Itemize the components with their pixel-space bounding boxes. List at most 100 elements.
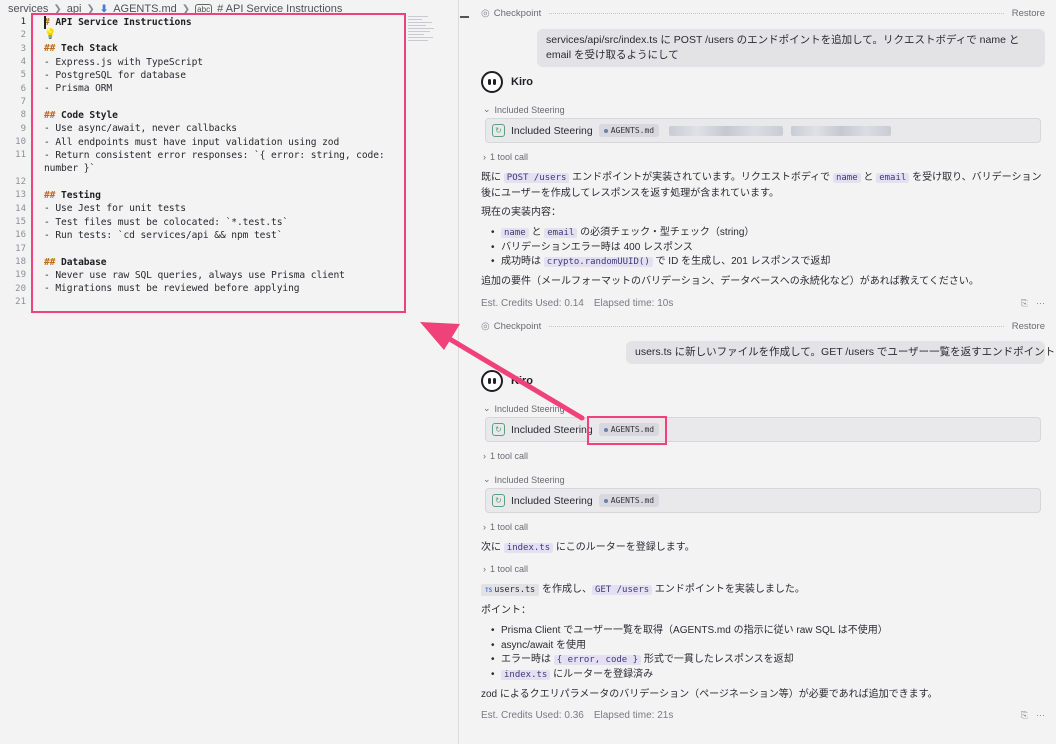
text: にルーターを登録済み xyxy=(550,668,654,680)
steering-card-label: Included Steering xyxy=(511,423,593,436)
minimap[interactable] xyxy=(408,16,436,56)
restore-button[interactable]: Restore xyxy=(1012,8,1045,19)
user-message: services/api/src/index.ts に POST /users … xyxy=(537,29,1045,67)
line-number: 4 xyxy=(20,57,26,68)
tool-call-label: 1 tool call xyxy=(490,451,529,461)
response-paragraph: TS users.ts を作成し、 GET /users エンドポイントを実装しまし… xyxy=(481,582,1045,598)
chevron-right-icon: › xyxy=(483,564,486,574)
file-name: users.ts xyxy=(494,585,536,595)
list-item: index.ts にルーターを登録済み xyxy=(491,668,1045,683)
line-number: 15 xyxy=(15,217,26,228)
agents-md-chip[interactable]: AGENTS.md xyxy=(598,494,660,507)
restore-button[interactable]: Restore xyxy=(1012,321,1045,332)
chevron-right-icon: › xyxy=(483,451,486,461)
line-number: 20 xyxy=(15,283,26,294)
inline-code: email xyxy=(544,228,578,238)
inline-code: GET /users xyxy=(591,585,653,595)
kiro-header: Kiro xyxy=(481,370,533,392)
line-number: 6 xyxy=(20,83,26,94)
file-chip[interactable]: TS users.ts xyxy=(481,584,540,596)
location-pin-icon: ◎ xyxy=(481,7,490,19)
included-steering-toggle[interactable]: ⌄ Included Steering xyxy=(483,474,565,485)
checkpoint-row: ◎ Checkpoint Restore xyxy=(481,319,1045,333)
list-item: 成功時は crypto.randomUUID() で ID を生成し、201 レ… xyxy=(491,255,1045,270)
steering-card[interactable]: ↻ Included Steering AGENTS.md xyxy=(485,417,1041,442)
agents-md-chip[interactable]: AGENTS.md xyxy=(598,124,660,137)
steering-icon: ↻ xyxy=(492,494,505,507)
credits-used: Est. Credits Used: 0.14 xyxy=(481,298,584,309)
response-paragraph: 追加の要件（メールフォーマットのバリデーション、データベースへの永続化など）があ… xyxy=(481,276,979,287)
line-number: 3 xyxy=(20,43,26,54)
more-icon[interactable]: ⋯ xyxy=(1036,710,1045,721)
scrollbar-thumb[interactable] xyxy=(460,16,469,18)
elapsed-time: Elapsed time: 10s xyxy=(593,298,674,309)
line-number: 16 xyxy=(15,230,26,241)
text: 形式で一貫したレスポンスを返却 xyxy=(641,654,794,665)
kiro-avatar xyxy=(481,71,503,93)
tool-call-label: 1 tool call xyxy=(490,564,529,574)
redacted-chip xyxy=(791,125,892,136)
chip-label: AGENTS.md xyxy=(610,126,655,135)
editor-scrollbar[interactable] xyxy=(458,0,470,744)
list-item: バリデーションエラー時は 400 レスポンス xyxy=(491,241,1045,256)
more-icon[interactable]: ⋯ xyxy=(1036,298,1045,309)
inline-code: { error, code } xyxy=(553,655,642,665)
divider xyxy=(549,12,1004,14)
text: の必須チェック・型チェック（string） xyxy=(577,227,755,238)
line-number: 7 xyxy=(20,97,26,108)
location-pin-icon: ◎ xyxy=(481,320,490,332)
copy-icon[interactable]: ⎘ xyxy=(1021,710,1028,721)
list-item: Prisma Client でユーザー一覧を取得（AGENTS.md の指示に従… xyxy=(491,624,1045,639)
typescript-icon: TS xyxy=(485,587,493,594)
tool-call-label: 1 tool call xyxy=(490,152,529,162)
chip-label: AGENTS.md xyxy=(610,496,655,505)
text: エンドポイントを実装しました。 xyxy=(652,584,805,595)
included-steering-label: Included Steering xyxy=(494,474,565,485)
inline-code: name xyxy=(501,228,529,238)
chevron-down-icon: ⌄ xyxy=(483,474,491,484)
chevron-right-icon: › xyxy=(483,152,486,162)
inline-code: index.ts xyxy=(501,669,551,680)
chevron-down-icon: ⌄ xyxy=(483,403,491,413)
steering-card[interactable]: ↻ Included Steering AGENTS.md xyxy=(485,488,1041,513)
text: エンドポイントが実装されています。リクエストボディで xyxy=(569,172,833,183)
response-meta: Est. Credits Used: 0.14 Elapsed time: 10… xyxy=(481,298,1045,309)
highlight-box-editor xyxy=(31,13,406,313)
line-number: 19 xyxy=(15,270,26,281)
included-steering-toggle[interactable]: ⌄ Included Steering xyxy=(483,403,565,414)
tool-call-label: 1 tool call xyxy=(490,522,529,532)
included-steering-toggle[interactable]: ⌄ Included Steering xyxy=(483,104,565,115)
text: 次に xyxy=(481,542,504,553)
bullet-list: name と email の必須チェック・型チェック（string） バリデーシ… xyxy=(491,226,1045,270)
tool-call-toggle[interactable]: › 1 tool call xyxy=(483,522,528,532)
steering-card-label: Included Steering xyxy=(511,124,593,137)
divider xyxy=(549,325,1004,327)
copy-icon[interactable]: ⎘ xyxy=(1021,298,1028,309)
text: で ID を生成し、201 レスポンスで返却 xyxy=(652,256,831,267)
list-item: name と email の必須チェック・型チェック（string） xyxy=(491,226,1045,241)
included-steering-label: Included Steering xyxy=(494,104,565,115)
steering-card[interactable]: ↻ Included Steering AGENTS.md xyxy=(485,118,1041,143)
file-dot-icon xyxy=(603,128,608,133)
inline-code: index.ts xyxy=(503,543,554,553)
tool-call-toggle[interactable]: › 1 tool call xyxy=(483,451,528,461)
tool-call-toggle[interactable]: › 1 tool call xyxy=(483,564,528,574)
user-message: users.ts に新しいファイルを作成して。GET /users でユーザー一… xyxy=(626,341,1056,364)
response-paragraph: ポイント： xyxy=(481,605,531,616)
checkpoint-label: Checkpoint xyxy=(493,320,542,332)
text: 既に xyxy=(481,172,504,183)
credits-used: Est. Credits Used: 0.36 xyxy=(481,710,584,721)
text: にこのルーターを登録します。 xyxy=(553,542,695,553)
line-number: 21 xyxy=(15,297,26,308)
text: 成功時は xyxy=(501,256,544,267)
tool-call-toggle[interactable]: › 1 tool call xyxy=(483,152,528,162)
line-number: 5 xyxy=(20,70,26,81)
elapsed-time: Elapsed time: 21s xyxy=(593,710,674,721)
inline-code: name xyxy=(832,173,861,183)
bullet-list: Prisma Client でユーザー一覧を取得（AGENTS.md の指示に従… xyxy=(491,624,1045,682)
steering-card-label: Included Steering xyxy=(511,494,593,507)
line-number: 13 xyxy=(15,190,26,201)
chevron-down-icon: ⌄ xyxy=(483,104,491,114)
inline-code: crypto.randomUUID() xyxy=(543,257,653,267)
line-number: 8 xyxy=(20,110,26,121)
